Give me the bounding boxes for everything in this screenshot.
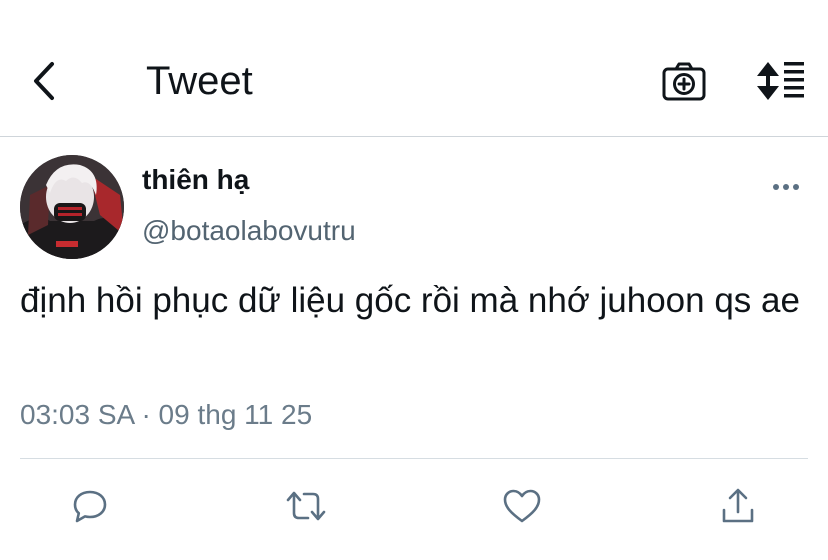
user-handle[interactable]: @botaolabovutru [142,214,356,248]
divider [20,458,808,459]
camera-plus-icon [662,62,706,101]
reply-button[interactable] [68,484,112,528]
tweet-text: định hồi phục dữ liệu gốc rồi mà nhớ juh… [20,281,800,320]
top-bar: Tweet [0,0,828,137]
reply-icon [73,490,107,523]
retweet-button[interactable] [284,484,328,528]
tweet-timestamp: 03:03 SA · 09 thg 11 25 [20,398,312,432]
share-button[interactable] [716,484,760,528]
back-button[interactable] [24,58,64,104]
tweet-time: 03:03 SA [20,399,134,430]
more-dots-icon [773,184,799,190]
avatar-image [20,155,124,259]
heart-icon [503,489,541,523]
camera-button[interactable] [660,60,708,104]
avatar[interactable] [20,155,124,259]
sort-button[interactable] [752,58,808,104]
retweet-icon [286,491,326,521]
chevron-left-icon [34,62,54,100]
tweet-date: 09 thg 11 25 [158,399,313,430]
sort-icon [757,62,804,100]
share-icon [722,488,754,523]
more-options-button[interactable] [766,170,806,204]
page-title: Tweet [146,59,253,103]
display-name[interactable]: thiên hạ [142,163,249,197]
like-button[interactable] [500,484,544,528]
meta-separator: · [141,399,151,430]
